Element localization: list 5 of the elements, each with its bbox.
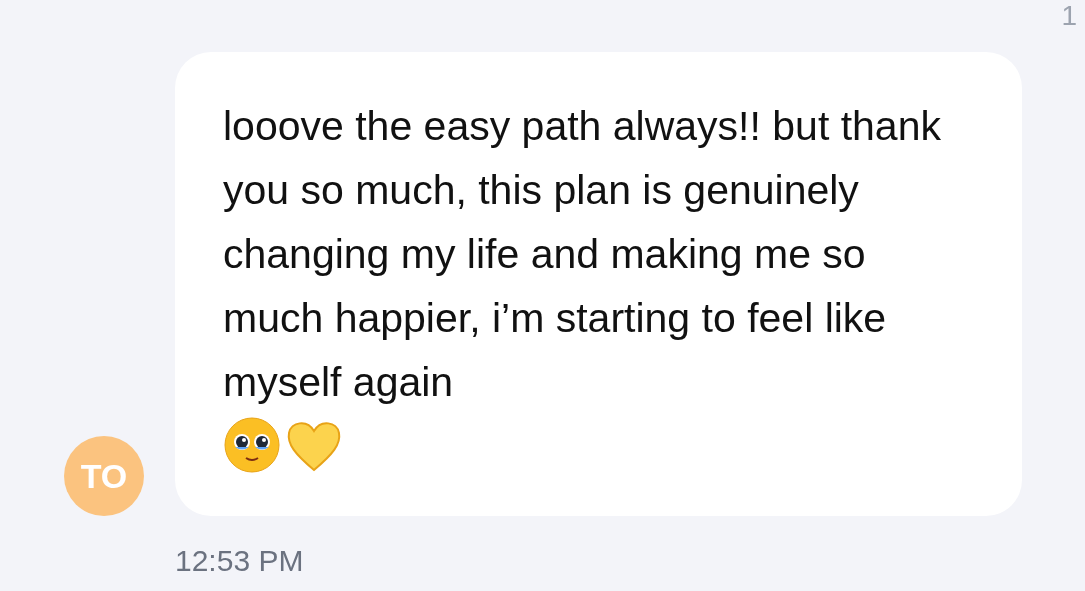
message-time: 12:53 PM (174, 543, 305, 579)
avatar: TO (64, 436, 144, 516)
message-text: looove the easy path always!! but thank you so much, this plan is genuinely changing my life and making me so much happier, i’m starting to feel like myself again (223, 102, 942, 407)
timestamp: 1 (1061, 2, 1077, 30)
pleading-face-icon (223, 416, 281, 474)
